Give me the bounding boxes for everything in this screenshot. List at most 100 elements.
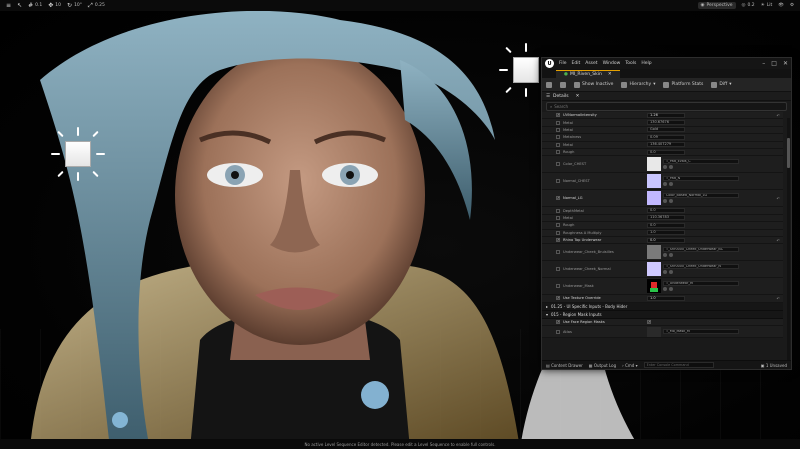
texture-dropdown[interactable]: T_Pad_Evals_C (663, 159, 739, 165)
texture-row[interactable]: Normal_CHEST T_Pad_N (542, 173, 783, 191)
property-row[interactable]: Roughness A Multiply 1.0 (542, 229, 783, 237)
override-checkbox[interactable] (556, 329, 560, 334)
details-search-input[interactable]: ⌕ Search (546, 102, 787, 111)
texture-thumbnail[interactable] (647, 157, 661, 172)
property-row[interactable]: Rough 0.0 (542, 148, 783, 157)
override-checkbox[interactable] (556, 296, 560, 301)
reset-icon[interactable]: ↶ (777, 296, 780, 301)
texture-thumbnail[interactable] (647, 279, 661, 294)
camera-speed-button[interactable]: ◎ 0.2 (742, 3, 755, 8)
rotation-snap-button[interactable]: ↻ 10° (67, 2, 82, 9)
minimize-icon[interactable]: – (762, 60, 765, 67)
value-checkbox[interactable] (647, 319, 651, 324)
texture-row[interactable]: Atlas T_Mo_Mask_M (542, 326, 783, 339)
texture-dropdown[interactable]: T_Pad_N (663, 176, 739, 182)
details-close-icon[interactable]: ✕ (576, 94, 580, 99)
texture-thumbnail[interactable] (647, 191, 661, 206)
select-mode-button[interactable]: ↖ (17, 2, 22, 9)
property-row[interactable]: Metal 130.67676 (542, 119, 783, 127)
property-row[interactable]: DepthMetal 0.0 (542, 207, 783, 215)
close-icon[interactable]: ✕ (783, 60, 788, 67)
override-checkbox[interactable] (556, 142, 560, 147)
menu-edit[interactable]: Edit (572, 61, 581, 66)
property-row[interactable]: Metal 136.407279 (542, 141, 783, 149)
category-header[interactable]: ▾ 015 - Region Mask Inputs (542, 310, 783, 319)
unsaved-button[interactable]: ▣ 1 Unsaved (761, 363, 787, 368)
asset-actions[interactable] (663, 165, 739, 170)
view-mode-button[interactable]: ☀ Lit (761, 3, 773, 8)
override-checkbox[interactable] (556, 196, 560, 201)
property-row[interactable]: Use Face Region Masks (542, 318, 783, 327)
asset-actions[interactable] (663, 182, 739, 187)
grid-size-button[interactable]: ✥ 10 (48, 2, 61, 9)
diff-button[interactable]: Diff ▾ (711, 81, 731, 88)
viewport-menu-button[interactable]: ≡ (6, 2, 11, 9)
texture-dropdown[interactable]: T_Shr0000_Cheek_Underwear_N (663, 264, 739, 270)
override-checkbox[interactable] (556, 120, 560, 125)
property-row[interactable]: Metalness 0.09 (542, 134, 783, 142)
override-checkbox[interactable] (556, 127, 560, 132)
texture-dropdown[interactable]: T_Underwear_M (663, 281, 739, 287)
property-row[interactable]: Use Texture Override 1.0 ↶ (542, 295, 783, 303)
texture-thumbnail[interactable] (647, 174, 661, 189)
content-drawer-button[interactable]: ▤ Content Drawer (546, 363, 583, 368)
texture-row[interactable]: Normal_LG Color_Based_Normal_LG ↶ (542, 190, 783, 208)
override-checkbox[interactable] (556, 215, 560, 220)
details-scrollbar[interactable] (787, 118, 790, 368)
override-checkbox[interactable] (556, 284, 560, 289)
property-row[interactable]: Rhino Top Underwear 0.0 ↶ (542, 236, 783, 245)
override-checkbox[interactable] (556, 250, 560, 255)
window-title-bar[interactable]: U File Edit Asset Window Tools Help – □ … (542, 58, 791, 69)
texture-row[interactable]: Underwear_Mask T_Underwear_M (542, 278, 783, 296)
asset-actions[interactable] (663, 199, 739, 204)
asset-actions[interactable] (663, 253, 739, 258)
grid-snap-button[interactable]: #0.1 (28, 2, 42, 9)
override-checkbox[interactable] (556, 179, 560, 184)
platform-stats-button[interactable]: Platform Stats (663, 81, 703, 88)
menu-tools[interactable]: Tools (625, 61, 636, 66)
override-checkbox[interactable] (556, 150, 560, 155)
texture-dropdown[interactable]: Color_Based_Normal_LG (663, 193, 739, 199)
reset-icon[interactable]: ↶ (777, 196, 780, 201)
texture-dropdown[interactable]: T_Mo_Mask_M (663, 329, 739, 335)
scrollbar-thumb[interactable] (787, 138, 790, 168)
override-checkbox[interactable] (556, 230, 560, 235)
asset-actions[interactable] (663, 287, 739, 292)
output-log-button[interactable]: ▦ Output Log (589, 363, 616, 368)
property-row[interactable]: Metal 110.36783 (542, 214, 783, 223)
menu-window[interactable]: Window (603, 61, 621, 66)
override-checkbox[interactable] (556, 135, 560, 140)
texture-row[interactable]: Underwear_Cheek_Normal T_Shr0000_Cheek_U… (542, 261, 783, 279)
console-command-input[interactable]: Enter Console Command (643, 362, 714, 368)
reset-icon[interactable]: ↶ (777, 238, 780, 243)
browse-button[interactable] (560, 81, 566, 88)
tab-close-icon[interactable]: ✕ (608, 72, 612, 77)
category-header[interactable]: ▸ 01.25 - UI Specific Inputs - Body Hider (542, 302, 783, 311)
override-checkbox[interactable] (556, 267, 560, 272)
menu-asset[interactable]: Asset (585, 61, 597, 66)
override-checkbox[interactable] (556, 238, 560, 243)
show-flags-button[interactable]: 👁 (778, 3, 784, 8)
maximize-icon[interactable]: □ (771, 60, 777, 67)
override-checkbox[interactable] (556, 223, 560, 228)
menu-file[interactable]: File (559, 61, 567, 66)
perspective-button[interactable]: ◉ Perspective (697, 2, 736, 9)
tab-material-instance[interactable]: ● MI_Riven_Skin ✕ (556, 70, 620, 78)
menu-help[interactable]: Help (641, 61, 651, 66)
save-button[interactable] (546, 81, 552, 88)
texture-row[interactable]: Underwear_Cheek_Bruisilles T_Shr0000_Che… (542, 244, 783, 262)
reset-icon[interactable]: ↶ (777, 113, 780, 118)
override-checkbox[interactable] (556, 319, 560, 324)
scale-snap-button[interactable]: ⤢ 0.25 (88, 2, 105, 10)
texture-thumbnail[interactable] (647, 326, 661, 337)
property-row[interactable]: Metal Gold (542, 126, 783, 135)
asset-actions[interactable] (663, 270, 739, 275)
texture-dropdown[interactable]: T_Shr0000_Cheek_Underwear_BC (663, 247, 739, 253)
property-row[interactable]: Rough 0.0 (542, 222, 783, 230)
hierarchy-button[interactable]: Hierarchy ▾ (621, 81, 655, 88)
settings-button[interactable]: ⚙ (790, 3, 794, 8)
light-icon[interactable] (51, 127, 105, 181)
override-checkbox[interactable] (556, 162, 560, 167)
texture-thumbnail[interactable] (647, 262, 661, 277)
override-checkbox[interactable] (556, 113, 560, 118)
